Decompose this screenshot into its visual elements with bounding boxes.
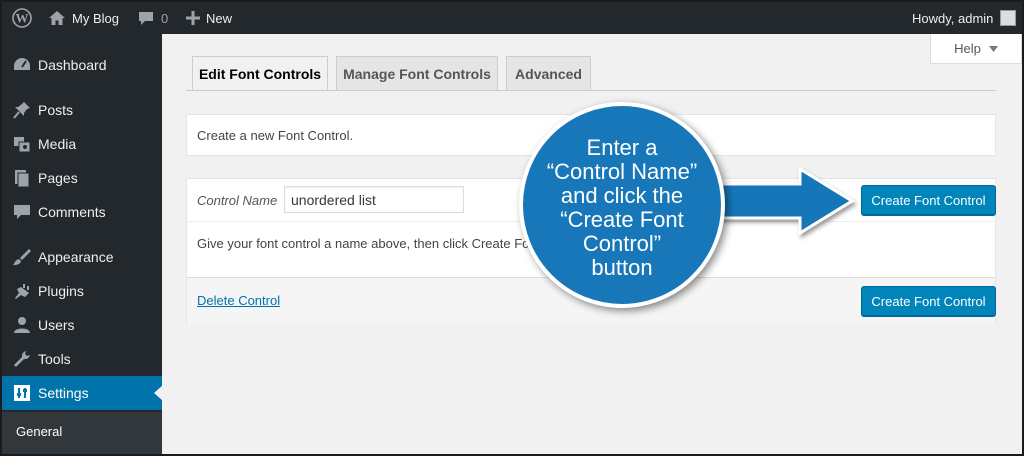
pin-icon bbox=[13, 102, 30, 119]
callout-line: button bbox=[591, 255, 653, 280]
screenshot-frame: W My Blog 0 New Howdy, admin Dashboard P… bbox=[0, 0, 1024, 456]
button-label: Create Font Control bbox=[871, 293, 986, 309]
svg-text:W: W bbox=[16, 11, 29, 26]
greeting: Howdy, admin bbox=[912, 10, 994, 26]
tab-edit-font-controls[interactable]: Edit Font Controls bbox=[192, 56, 328, 91]
delete-control-link[interactable]: Delete Control bbox=[197, 293, 280, 308]
new-label: New bbox=[206, 10, 233, 26]
plus-icon bbox=[186, 11, 200, 25]
create-font-control-button[interactable]: Create Font Control bbox=[861, 185, 996, 215]
new-content-link[interactable]: New bbox=[186, 2, 232, 34]
help-tab[interactable]: Help bbox=[930, 34, 1022, 64]
home-icon bbox=[49, 11, 65, 25]
settings-submenu: General bbox=[2, 412, 162, 454]
media-icon bbox=[14, 137, 31, 153]
sidebar-item-label: Posts bbox=[38, 102, 74, 118]
user-icon bbox=[14, 317, 30, 333]
settings-icon bbox=[14, 385, 30, 401]
sidebar-item-appearance[interactable]: Appearance bbox=[2, 240, 162, 274]
admin-bar: W My Blog 0 New Howdy, admin bbox=[2, 2, 1022, 34]
callout-line: and click the bbox=[560, 183, 684, 208]
wrench-icon bbox=[14, 351, 30, 367]
sidebar-item-label: Media bbox=[38, 136, 77, 152]
submenu-item-general[interactable]: General bbox=[16, 424, 62, 439]
sidebar-item-settings[interactable]: Settings bbox=[2, 376, 163, 410]
control-name-label: Control Name bbox=[197, 193, 278, 208]
site-name-link[interactable]: My Blog bbox=[48, 2, 119, 34]
create-font-control-button-bottom[interactable]: Create Font Control bbox=[861, 286, 996, 316]
sidebar-item-label: Pages bbox=[38, 170, 78, 186]
comment-icon bbox=[14, 205, 30, 219]
button-label: Create Font Control bbox=[871, 192, 986, 208]
callout-text: Enter a “Control Name” and click the “Cr… bbox=[527, 136, 717, 280]
notice-text: Create a new Font Control. bbox=[197, 128, 354, 143]
sidebar-item-label: Settings bbox=[38, 385, 89, 401]
account-menu[interactable]: Howdy, admin bbox=[912, 2, 1017, 34]
sidebar-item-tools[interactable]: Tools bbox=[2, 342, 162, 376]
sidebar-item-label: Dashboard bbox=[38, 57, 107, 73]
sidebar-item-label: Tools bbox=[38, 351, 71, 367]
brush-icon bbox=[13, 249, 31, 265]
sidebar-item-media[interactable]: Media bbox=[2, 127, 162, 161]
help-label: Help bbox=[954, 41, 981, 56]
pages-icon bbox=[15, 170, 30, 187]
tab-label: Advanced bbox=[515, 65, 582, 82]
sidebar-item-label: Plugins bbox=[38, 283, 84, 299]
sidebar-item-users[interactable]: Users bbox=[2, 308, 162, 342]
admin-sidebar: Dashboard Posts Media Pages Comments App… bbox=[2, 34, 163, 454]
comment-bubble-icon bbox=[139, 12, 153, 25]
avatar bbox=[1000, 10, 1017, 26]
callout-line: Enter a bbox=[586, 135, 658, 160]
tab-label: Manage Font Controls bbox=[343, 65, 491, 82]
tab-label: Edit Font Controls bbox=[198, 66, 322, 82]
site-name: My Blog bbox=[72, 10, 119, 26]
sidebar-item-label: Comments bbox=[38, 204, 106, 220]
sidebar-item-pages[interactable]: Pages bbox=[2, 161, 162, 195]
sidebar-item-plugins[interactable]: Plugins bbox=[2, 274, 162, 308]
callout-line: Control” bbox=[582, 231, 662, 256]
comment-count: 0 bbox=[161, 10, 169, 26]
tab-divider bbox=[186, 90, 996, 91]
sidebar-item-comments[interactable]: Comments bbox=[2, 195, 162, 229]
callout-arrow-icon bbox=[702, 167, 855, 236]
wordpress-logo-icon[interactable]: W bbox=[12, 2, 32, 34]
sidebar-item-label: Appearance bbox=[38, 249, 114, 265]
plug-icon bbox=[15, 284, 29, 299]
sidebar-item-label: Users bbox=[38, 317, 75, 333]
sidebar-item-posts[interactable]: Posts bbox=[2, 93, 162, 127]
tab-manage-font-controls[interactable]: Manage Font Controls bbox=[336, 56, 498, 90]
comments-link[interactable]: 0 bbox=[138, 2, 168, 34]
tab-advanced[interactable]: Advanced bbox=[506, 56, 591, 90]
callout-line: “Control Name” bbox=[546, 159, 698, 184]
callout-line: “Create Font bbox=[560, 207, 684, 232]
caret-down-icon bbox=[988, 45, 998, 52]
sidebar-item-dashboard[interactable]: Dashboard bbox=[2, 48, 162, 82]
control-name-input[interactable] bbox=[284, 186, 464, 213]
callout-bubble: Enter a “Control Name” and click the “Cr… bbox=[519, 102, 725, 308]
dashboard-icon bbox=[14, 58, 30, 70]
